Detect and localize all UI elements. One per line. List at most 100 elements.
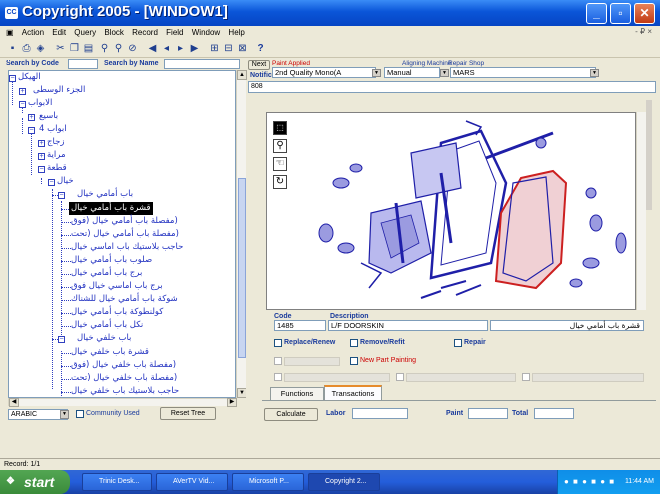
tree-node[interactable]: الهيكل — [18, 71, 41, 84]
calculate-button[interactable]: Calculate — [264, 408, 318, 421]
prev-record-icon[interactable]: ◂ — [160, 42, 173, 55]
aligning-machine-select[interactable]: Manual — [384, 67, 440, 78]
repair-checkbox[interactable] — [454, 339, 462, 347]
paint-field[interactable] — [468, 408, 508, 419]
taskbar-item[interactable]: Microsoft P... — [232, 473, 304, 491]
new-part-painting-checkbox[interactable] — [350, 357, 358, 365]
repair-shop-select[interactable]: MARS — [450, 67, 596, 78]
zoom-tool-icon[interactable]: ⚲ — [273, 139, 287, 153]
rotate-tool-icon[interactable]: ↻ — [273, 175, 287, 189]
menu-edit[interactable]: Edit — [49, 26, 69, 37]
taskbar-item-active[interactable]: Copyright 2... — [308, 473, 380, 491]
tree-node[interactable]: (مفصلة باب أمامي خيال (فوق — [71, 215, 178, 228]
menu-window[interactable]: Window — [189, 26, 223, 37]
disabled-option-checkbox[interactable] — [396, 373, 404, 381]
tree-node[interactable]: باب خلفي خيال — [77, 332, 131, 345]
tree-node[interactable]: حاجب بلاستيك باب خلفي خيال — [71, 385, 179, 397]
tree-node[interactable]: نكل باب أمامي خيال — [71, 319, 143, 332]
notification-field[interactable]: 808 — [248, 81, 656, 93]
tree-node[interactable]: خيال — [57, 175, 74, 188]
tree-node[interactable]: (مفصلة باب خلفي خيال (تحت — [71, 372, 177, 385]
tree-node[interactable]: قشرة باب خلفي خيال — [71, 346, 149, 359]
mdi-doc-icon[interactable]: ▣ — [0, 26, 17, 37]
paste-icon[interactable]: ▤ — [82, 42, 95, 55]
tree-node[interactable]: ابواب 4 — [39, 123, 67, 136]
tree-node[interactable]: كولنطوكة باب أمامي خيال — [71, 306, 163, 319]
minimize-button[interactable]: _ — [586, 3, 607, 24]
last-record-icon[interactable]: ▶ — [188, 42, 201, 55]
community-used-checkbox[interactable] — [76, 410, 84, 418]
tree-node[interactable]: حاجب بلاستيك باب اماسي خيال — [71, 241, 183, 254]
print-icon[interactable]: ⎙ — [20, 42, 33, 55]
part-description-field[interactable]: L/F DOORSKIN — [328, 320, 488, 331]
close-button[interactable]: ✕ — [634, 3, 655, 24]
scroll-thumb[interactable] — [238, 178, 246, 358]
remove-refit-checkbox[interactable] — [350, 339, 358, 347]
tree-node[interactable]: برج باب اماسي خيال فوق — [71, 280, 163, 293]
tree-node[interactable]: برج باب أمامي خيال — [71, 267, 142, 280]
paint-applied-select[interactable]: 2nd Quality Mono(A — [272, 67, 376, 78]
tree-node[interactable]: مراية — [47, 149, 66, 162]
paint-dropdown-arrow-icon[interactable]: ▼ — [372, 69, 381, 77]
mdi-controls[interactable]: - ₽ × — [635, 27, 652, 36]
tree-node[interactable]: الابواب — [28, 97, 52, 110]
language-select[interactable]: ARABIC — [8, 409, 68, 420]
total-field[interactable] — [534, 408, 574, 419]
tree-node[interactable]: (مفصلة باب خلفي خيال (فوق — [71, 359, 176, 372]
labor-field[interactable] — [352, 408, 408, 419]
help-icon[interactable]: ? — [254, 42, 267, 55]
scroll-up-icon[interactable]: ▲ — [237, 70, 247, 80]
aligning-dropdown-arrow-icon[interactable]: ▼ — [440, 69, 449, 77]
disabled-option-checkbox[interactable] — [274, 373, 282, 381]
tab-functions[interactable]: Functions — [270, 387, 324, 400]
replace-renew-checkbox[interactable] — [274, 339, 282, 347]
tree-node[interactable]: باب أمامي خيال — [77, 188, 133, 201]
tray-icons[interactable]: ● ■ ● ■ ● ■ — [564, 470, 615, 494]
cancel-query-icon[interactable]: ⊘ — [126, 42, 139, 55]
select-tool-icon[interactable]: ⬚ — [273, 121, 287, 135]
first-record-icon[interactable]: ◀ — [146, 42, 159, 55]
part-code-field[interactable]: 1485 — [274, 320, 326, 331]
part-arabic-description-field[interactable]: قشرة باب أمامي خيال — [490, 320, 644, 331]
search-code-input[interactable] — [68, 59, 98, 69]
menu-help[interactable]: Help — [225, 26, 247, 37]
tree-node-selected[interactable]: قشرة باب أمامي خيال — [69, 202, 153, 215]
cut-icon[interactable]: ✂ — [54, 42, 67, 55]
next-button[interactable]: Next — [248, 60, 270, 70]
search-name-input[interactable] — [164, 59, 240, 69]
tab-transactions[interactable]: Transactions — [324, 385, 382, 401]
scroll-left-icon[interactable]: ◀ — [9, 398, 19, 407]
tree-vertical-scrollbar[interactable]: ▲ ▼ — [236, 70, 247, 398]
tree-node[interactable]: (مفصلة باب أمامي خيال (تحت — [71, 228, 179, 241]
tree-node[interactable]: باسيع — [39, 110, 58, 123]
next-record-icon[interactable]: ▸ — [174, 42, 187, 55]
menu-query[interactable]: Query — [71, 26, 99, 37]
tree-node[interactable]: قطعة — [47, 162, 67, 175]
copy-icon[interactable]: ❐ — [68, 42, 81, 55]
taskbar-item[interactable]: AVerTV Vid... — [156, 473, 228, 491]
query-icon[interactable]: ⚲ — [98, 42, 111, 55]
tree-horizontal-scrollbar[interactable]: ◀ ▶ — [8, 398, 237, 407]
start-button[interactable]: ❖ start — [0, 470, 70, 494]
repair-shop-dropdown-arrow-icon[interactable]: ▼ — [590, 69, 599, 77]
scroll-right-icon[interactable]: ▶ — [227, 398, 237, 407]
parts-diagram[interactable]: ⬚ ⚲ ☜ ↻ — [266, 112, 636, 310]
lock-record-icon[interactable]: ⊠ — [236, 42, 249, 55]
delete-record-icon[interactable]: ⊟ — [222, 42, 235, 55]
save-icon[interactable]: ▪ — [6, 42, 19, 55]
menu-record[interactable]: Record — [129, 26, 161, 37]
execute-query-icon[interactable]: ⚲ — [112, 42, 125, 55]
menu-block[interactable]: Block — [101, 26, 127, 37]
disabled-option-checkbox[interactable] — [522, 373, 530, 381]
pan-tool-icon[interactable]: ☜ — [273, 157, 287, 171]
reset-tree-button[interactable]: Reset Tree — [160, 407, 216, 420]
tree-node[interactable]: الجزء الوسطى — [33, 84, 85, 97]
disabled-option-checkbox[interactable] — [274, 357, 282, 365]
diagram-vertical-scrollbar[interactable] — [636, 112, 646, 310]
insert-record-icon[interactable]: ⊞ — [208, 42, 221, 55]
tree-node[interactable]: شوكة باب أمامي خيال للشناك — [71, 293, 178, 306]
tree-node[interactable]: صلوب باب أمامي خيال — [71, 254, 152, 267]
language-dropdown-arrow-icon[interactable]: ▼ — [60, 410, 69, 419]
menu-action[interactable]: Action — [19, 26, 47, 37]
parts-tree[interactable]: − الهيكل + الجزء الوسطى − الابواب + باسي… — [8, 70, 236, 398]
